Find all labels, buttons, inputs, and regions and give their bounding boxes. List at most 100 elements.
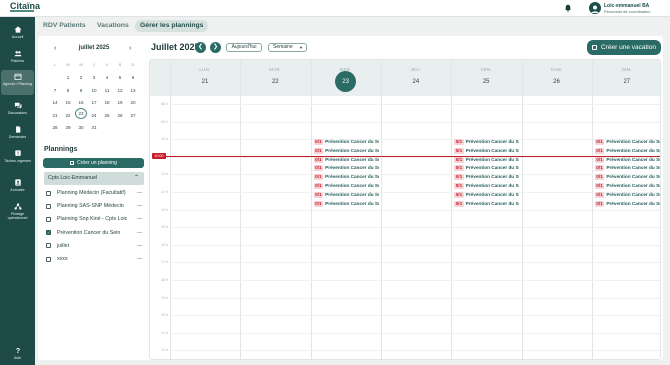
sidebar-item-accueil[interactable]: Accueil <box>1 26 34 39</box>
sidebar-item-discussions[interactable]: Discussions <box>1 102 34 115</box>
mini-calendar-day[interactable]: 8 <box>62 88 74 93</box>
planning-item[interactable]: Planning Médecin (Facultatif) — <box>46 189 146 197</box>
calendar-event[interactable]: 0/1 Prévention Cancer du Sein <box>454 147 519 154</box>
calendar-event[interactable]: 0/1 Prévention Cancer du Sein <box>594 139 660 145</box>
mini-calendar-day[interactable]: 4 <box>101 75 113 80</box>
calendar-event[interactable]: 0/1 Prévention Cancer du Sein <box>313 156 379 163</box>
planning-item[interactable]: xxxx — <box>46 255 146 263</box>
mini-calendar-day[interactable]: 26 <box>114 113 126 118</box>
calendar-event[interactable]: 0/1 Prévention Cancer du Sein <box>313 147 379 154</box>
tab-gerer-plannings[interactable]: Gérer les plannings <box>135 20 209 32</box>
mini-calendar-day[interactable]: 12 <box>114 88 126 93</box>
calendar-event[interactable]: 0/1 Prévention Cancer du Sein <box>454 183 519 189</box>
mini-calendar-day[interactable]: 15 <box>62 100 74 105</box>
mini-calendar-day[interactable]: 27 <box>127 113 139 118</box>
calendar-event[interactable]: 0/1 Prévention Cancer du Sein <box>594 165 660 172</box>
day-number[interactable]: 23 <box>311 79 381 85</box>
prev-week-button[interactable]: ❮ <box>195 42 206 53</box>
mini-calendar-day[interactable]: 1 <box>62 75 74 80</box>
mini-calendar-day[interactable]: 2 <box>75 75 87 80</box>
more-options-icon[interactable]: — <box>137 215 142 223</box>
planning-group-header[interactable]: Cpts Loic-Emmanuel ⌃ <box>44 172 144 185</box>
calendar-event[interactable]: 0/1 Prévention Cancer du Sein <box>454 174 519 181</box>
mini-calendar-next-icon[interactable]: › <box>129 45 131 52</box>
sidebar-item-taches-urgentes[interactable]: Tâ­ches urgentes <box>1 150 34 163</box>
sidebar-item-pilotage[interactable]: Pilotage opérationnel <box>1 203 34 220</box>
calendar-event[interactable]: 0/1 Prévention Cancer du Sein <box>313 191 379 198</box>
mini-calendar-day[interactable]: 16 <box>75 100 87 105</box>
planning-checkbox[interactable] <box>46 203 51 209</box>
mini-calendar-day[interactable]: 11 <box>101 88 113 93</box>
mini-calendar-day[interactable]: 29 <box>62 125 74 130</box>
calendar-event[interactable]: 0/1 Prévention Cancer du Sein <box>594 183 660 189</box>
mini-calendar-day[interactable]: 19 <box>114 100 126 105</box>
calendar-event[interactable]: 0/1 Prévention Cancer du Sein <box>454 191 519 198</box>
tab-rdv-patients[interactable]: RDV Patients <box>38 20 91 32</box>
calendar-event[interactable]: 0/1 Prévention Cancer du Sein <box>594 191 660 198</box>
calendar-event[interactable]: 0/1 Prévention Cancer du Sein <box>313 200 379 207</box>
planning-checkbox[interactable]: ✓ <box>46 230 51 236</box>
calendar-event[interactable]: 0/1 Prévention Cancer du Sein <box>454 165 519 172</box>
day-number[interactable]: 21 <box>170 79 240 85</box>
mini-calendar-day[interactable]: 9 <box>75 88 87 93</box>
day-number[interactable]: 25 <box>451 79 521 85</box>
calendar-event[interactable]: 0/1 Prévention Cancer du Sein <box>313 139 379 145</box>
mini-calendar-day[interactable]: 17 <box>88 100 100 105</box>
calendar-event[interactable]: 0/1 Prévention Cancer du Sein <box>454 139 519 145</box>
planning-item[interactable]: Planning SAS-SNP Médecin — <box>46 202 146 210</box>
planning-checkbox[interactable] <box>46 190 51 196</box>
calendar-event[interactable]: 0/1 Prévention Cancer du Sein <box>594 174 660 181</box>
mini-calendar-day[interactable]: 25 <box>101 113 113 118</box>
calendar-event[interactable]: 0/1 Prévention Cancer du Sein <box>594 147 660 154</box>
mini-calendar-prev-icon[interactable]: ‹ <box>54 45 56 52</box>
planning-item[interactable]: Planning Snp Kiné - Cpts Loic — <box>46 215 146 223</box>
calendar-event[interactable]: 0/1 Prévention Cancer du Sein <box>454 156 519 163</box>
calendar-event[interactable]: 0/1 Prévention Cancer du Sein <box>454 200 519 207</box>
planning-checkbox[interactable] <box>46 243 51 249</box>
day-number[interactable]: 27 <box>592 79 660 85</box>
sidebar-item-demandes[interactable]: Demandes <box>1 126 34 139</box>
sidebar-item-patients[interactable]: Patients <box>1 50 34 63</box>
tab-vacations[interactable]: Vacations <box>92 20 134 32</box>
bell-icon[interactable] <box>564 4 572 12</box>
mini-calendar-day[interactable]: 5 <box>114 75 126 80</box>
mini-calendar-day[interactable]: 13 <box>127 88 139 93</box>
view-select[interactable]: Semaine ▼ <box>268 43 307 52</box>
day-number[interactable]: 22 <box>240 79 310 85</box>
sidebar-item-aide[interactable]: ? Aide <box>1 347 34 360</box>
sidebar-item-annuaire[interactable]: Annuaire <box>1 179 34 192</box>
mini-calendar-day[interactable]: 21 <box>49 113 61 118</box>
planning-item[interactable]: juillet — <box>46 242 146 250</box>
calendar-event[interactable]: 0/1 Prévention Cancer du Sein <box>594 156 660 163</box>
planning-item[interactable]: ✓ Prévention Cancer du Sein — <box>46 229 146 237</box>
mini-calendar-day[interactable]: 6 <box>127 75 139 80</box>
mini-calendar-day[interactable]: 3 <box>88 75 100 80</box>
more-options-icon[interactable]: — <box>137 229 142 237</box>
more-options-icon[interactable]: — <box>137 255 142 263</box>
mini-calendar-day[interactable]: 20 <box>127 100 139 105</box>
more-options-icon[interactable]: — <box>137 202 142 210</box>
next-week-button[interactable]: ❯ <box>210 42 221 53</box>
planning-checkbox[interactable] <box>46 256 51 262</box>
more-options-icon[interactable]: — <box>137 242 142 250</box>
mini-calendar-day[interactable]: 30 <box>75 125 87 130</box>
planning-checkbox[interactable] <box>46 216 51 222</box>
calendar-event[interactable]: 0/1 Prévention Cancer du Sein <box>313 174 379 181</box>
sidebar-item-agenda[interactable]: Agenda / Planning <box>1 70 34 95</box>
mini-calendar-day[interactable]: 22 <box>62 113 74 118</box>
today-button[interactable]: Aujourd'hui <box>226 43 262 52</box>
mini-calendar-day[interactable]: 14 <box>49 100 61 105</box>
create-vacation-button[interactable]: Créer une vacation <box>587 40 661 55</box>
mini-calendar-day[interactable]: 23 <box>75 108 87 119</box>
day-number[interactable]: 24 <box>381 79 451 85</box>
calendar-event[interactable]: 0/1 Prévention Cancer du Sein <box>594 200 660 207</box>
mini-calendar-day[interactable]: 28 <box>49 125 61 130</box>
mini-calendar-day[interactable]: 18 <box>101 100 113 105</box>
mini-calendar-day[interactable]: 10 <box>88 88 100 93</box>
more-options-icon[interactable]: — <box>137 189 142 197</box>
user-avatar[interactable] <box>589 2 601 14</box>
mini-calendar-day[interactable]: 31 <box>88 125 100 130</box>
create-planning-button[interactable]: Créer un planning <box>43 158 144 168</box>
calendar-event[interactable]: 0/1 Prévention Cancer du Sein <box>313 165 379 172</box>
calendar-event[interactable]: 0/1 Prévention Cancer du Sein <box>313 183 379 189</box>
